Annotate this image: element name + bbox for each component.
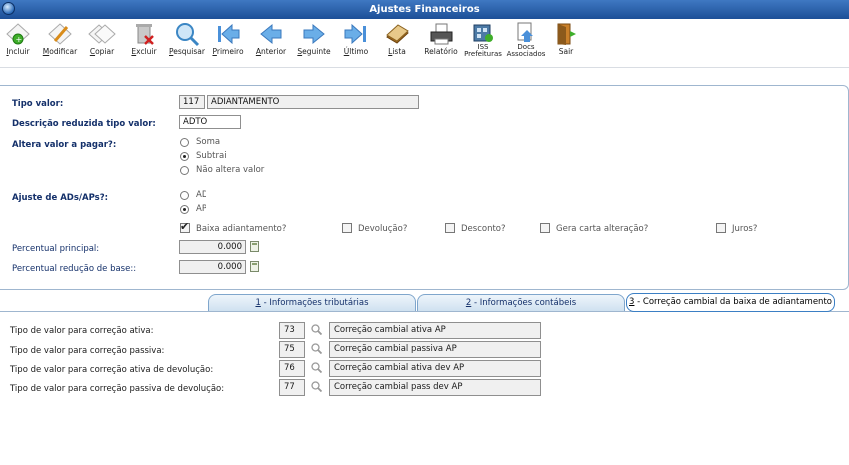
baixa-adiantamento-checkbox[interactable] bbox=[180, 220, 190, 233]
altera-valor-label: Altera valor a pagar?: bbox=[12, 140, 117, 150]
delete-icon bbox=[136, 24, 154, 45]
excluir-button[interactable]: Excluir bbox=[127, 21, 161, 67]
gera-carta-label: Gera carta alteração? bbox=[556, 224, 649, 234]
add-icon: + bbox=[6, 23, 30, 45]
correcao-ativa-desc-field[interactable]: Correção cambial ativa AP bbox=[329, 322, 541, 339]
radio-subtrai-label: Subtrai bbox=[196, 151, 227, 161]
copy-icon bbox=[88, 24, 116, 44]
correcao-ativa-dev-code-field[interactable]: 76 bbox=[279, 360, 305, 377]
correcao-passiva-label: Tipo de valor para correção passiva: bbox=[10, 346, 165, 356]
correcao-passiva-desc-field[interactable]: Correção cambial passiva AP bbox=[329, 341, 541, 358]
anterior-button[interactable]: Anterior bbox=[254, 21, 288, 67]
desconto-checkbox[interactable] bbox=[445, 223, 455, 233]
percentual-principal-field[interactable]: 0.000 bbox=[179, 240, 246, 254]
list-icon bbox=[386, 24, 409, 44]
correcao-passiva-dev-desc-field[interactable]: Correção cambial pass dev AP bbox=[329, 379, 541, 396]
radio-soma[interactable] bbox=[180, 138, 189, 147]
correcao-passiva-dev-code-field[interactable]: 77 bbox=[279, 379, 305, 396]
first-icon bbox=[218, 23, 240, 45]
lista-button[interactable]: Lista bbox=[383, 21, 411, 67]
previous-icon bbox=[260, 23, 282, 45]
svg-text:+: + bbox=[16, 35, 23, 44]
percentual-principal-label: Percentual principal: bbox=[12, 244, 100, 254]
percentual-reducao-label: Percentual redução de base:: bbox=[12, 264, 137, 274]
main-form-panel bbox=[0, 85, 849, 290]
correcao-ativa-dev-desc-field[interactable]: Correção cambial ativa dev AP bbox=[329, 360, 541, 377]
copiar-button[interactable]: Copiar bbox=[86, 21, 118, 67]
descricao-field[interactable]: ADTO bbox=[179, 115, 241, 129]
iss-prefeituras-button[interactable]: ISS Prefeituras bbox=[462, 21, 504, 67]
descricao-label: Descrição reduzida tipo valor: bbox=[12, 119, 156, 129]
printer-icon bbox=[430, 23, 453, 45]
toolbar: + Incluir Modificar Copiar Excluir Pesqu… bbox=[0, 19, 849, 68]
correcao-ativa-label: Tipo de valor para correção ativa: bbox=[10, 326, 154, 336]
tab-informacoes-contabeis[interactable]: 2 - Informações contábeis bbox=[417, 294, 625, 311]
incluir-button[interactable]: + Incluir bbox=[3, 21, 33, 67]
correcao-ativa-code-field[interactable]: 73 bbox=[279, 322, 305, 339]
docs-associados-button[interactable]: Docs Associados bbox=[505, 21, 547, 67]
pesquisar-button[interactable]: Pesquisar bbox=[167, 21, 207, 67]
docs-icon bbox=[517, 22, 533, 42]
tipo-valor-label: Tipo valor: bbox=[12, 99, 64, 109]
radio-ad[interactable] bbox=[180, 191, 189, 200]
ultimo-button[interactable]: Último bbox=[340, 21, 372, 67]
radio-nao-altera-label: Não altera valor bbox=[196, 165, 265, 175]
tab-informacoes-tributarias[interactable]: 1 - Informações tributárias bbox=[208, 294, 416, 311]
juros-label: Juros? bbox=[732, 224, 758, 234]
juros-checkbox[interactable] bbox=[716, 223, 726, 233]
radio-nao-altera[interactable] bbox=[180, 166, 189, 175]
iss-icon bbox=[473, 24, 493, 42]
sair-button[interactable]: Sair bbox=[553, 21, 579, 67]
lookup-search-icon[interactable] bbox=[311, 324, 322, 335]
next-icon bbox=[303, 23, 325, 45]
primeiro-button[interactable]: Primeiro bbox=[210, 21, 246, 67]
devolucao-label: Devolução? bbox=[358, 224, 408, 234]
tab-correcao-cambial[interactable]: 3 - Correção cambial da baixa de adianta… bbox=[626, 293, 835, 312]
baixa-adiantamento-label: Baixa adiantamento? bbox=[196, 224, 287, 234]
relatorio-button[interactable]: Relatório bbox=[421, 21, 461, 67]
desconto-label: Desconto? bbox=[461, 224, 506, 234]
radio-ap[interactable] bbox=[180, 205, 189, 214]
window-title: Ajustes Financeiros bbox=[369, 4, 480, 15]
title-bar: Ajustes Financeiros bbox=[0, 0, 849, 19]
radio-subtrai[interactable] bbox=[180, 152, 189, 161]
lookup-search-icon[interactable] bbox=[311, 362, 322, 373]
calculator-icon[interactable] bbox=[250, 241, 259, 252]
calculator-icon[interactable] bbox=[250, 261, 259, 272]
radio-ap-label: AP bbox=[196, 204, 206, 214]
exit-icon bbox=[557, 23, 576, 45]
radio-soma-label: Soma bbox=[196, 137, 221, 147]
edit-icon bbox=[48, 23, 72, 45]
modificar-button[interactable]: Modificar bbox=[39, 21, 81, 67]
devolucao-checkbox[interactable] bbox=[342, 223, 352, 233]
tipo-valor-code-field[interactable]: 117 bbox=[179, 95, 205, 109]
tipo-valor-name-field[interactable]: ADIANTAMENTO bbox=[207, 95, 419, 109]
radio-ad-label: AD bbox=[196, 190, 206, 200]
gera-carta-checkbox[interactable] bbox=[540, 223, 550, 233]
ajuste-label: Ajuste de ADs/APs?: bbox=[12, 193, 109, 203]
search-icon bbox=[176, 23, 200, 47]
last-icon bbox=[344, 23, 366, 45]
percentual-reducao-field[interactable]: 0.000 bbox=[179, 260, 246, 274]
lookup-search-icon[interactable] bbox=[311, 343, 322, 354]
correcao-ativa-dev-label: Tipo de valor para correção ativa de dev… bbox=[10, 365, 214, 375]
seguinte-button[interactable]: Seguinte bbox=[297, 21, 331, 67]
correcao-passiva-code-field[interactable]: 75 bbox=[279, 341, 305, 358]
lookup-search-icon[interactable] bbox=[311, 381, 322, 392]
correcao-passiva-dev-label: Tipo de valor para correção passiva de d… bbox=[10, 384, 225, 394]
